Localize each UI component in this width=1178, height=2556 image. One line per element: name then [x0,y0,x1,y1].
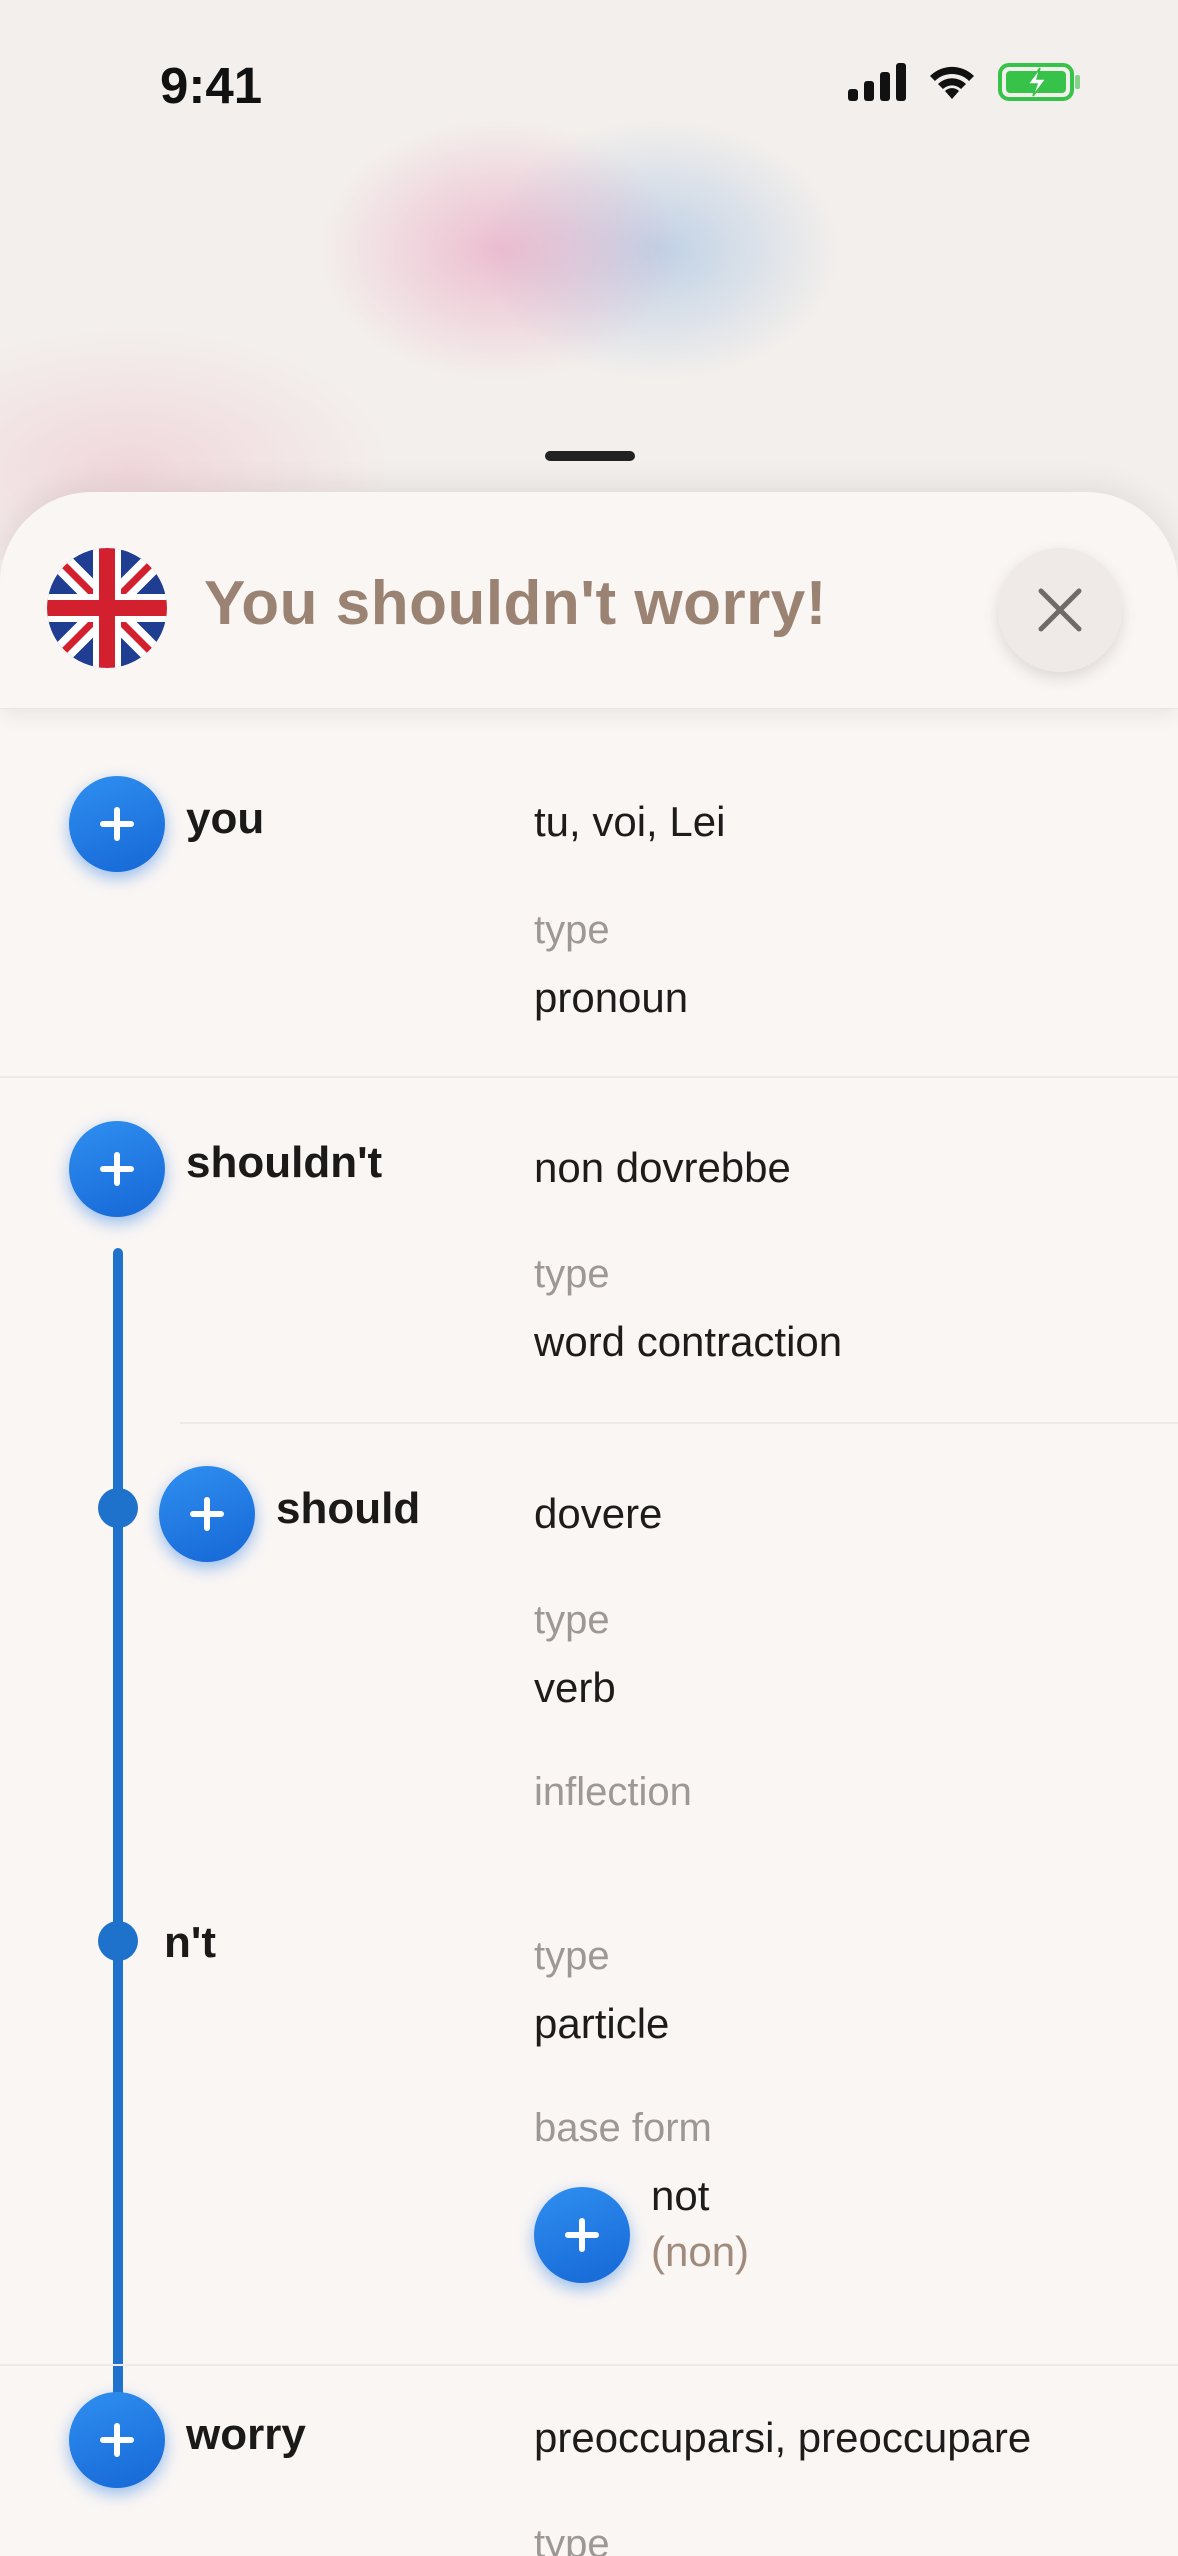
type-value-shouldnt: word contraction [534,1318,843,1365]
base-form-label-nt: base form [534,2106,712,2150]
status-icons [848,62,1082,102]
sheet-header: You shouldn't worry! [0,492,1178,709]
type-label-should: type [534,1598,610,1642]
sheet-grabber-handle[interactable] [545,451,635,461]
translation-should: dovere [534,1490,663,1537]
add-word-button-shouldnt[interactable] [69,1121,165,1217]
translation-shouldnt: non dovrebbe [534,1144,791,1191]
type-label-worry: type [534,2522,610,2556]
inflection-label-should: inflection [534,1770,692,1814]
cellular-signal-icon [848,63,906,101]
type-value-you: pronoun [534,974,689,1021]
status-bar: 9:41 [0,0,1178,150]
word-breakdown-list: you tu, voi, Lei type pronoun shouldn't … [0,492,1178,2556]
row-divider [0,2364,1178,2366]
type-value-should: verb [534,1664,616,1711]
translation-worry: preoccuparsi, preoccupare [534,2414,1032,2461]
tree-node-nt [98,1921,138,1961]
word-should: should [276,1484,421,1533]
type-label-nt: type [534,1934,610,1978]
type-label-you: type [534,908,610,952]
translation-sheet: You shouldn't worry! you tu, voi, Lei ty… [0,492,1178,2556]
base-form-word-not: not [651,2172,710,2219]
close-icon [1038,588,1082,632]
plus-icon [565,2218,599,2252]
plus-icon [100,2423,134,2457]
contraction-tree-line [113,1248,123,2458]
translation-you: tu, voi, Lei [534,798,726,845]
add-word-button-not[interactable] [534,2187,630,2283]
type-value-nt: particle [534,2000,670,2047]
sheet-title: You shouldn't worry! [204,569,827,638]
uk-flag-icon [47,548,167,668]
tree-node-should [98,1488,138,1528]
word-nt: n't [164,1918,216,1967]
add-word-button-worry[interactable] [69,2392,165,2488]
word-worry: worry [186,2410,306,2459]
plus-icon [190,1497,224,1531]
word-shouldnt: shouldn't [186,1138,383,1187]
base-form-translation-not: (non) [651,2228,750,2275]
plus-icon [100,807,134,841]
wifi-icon [930,66,974,99]
row-divider [180,1422,1178,1424]
row-divider [0,1076,1178,1078]
type-label-shouldnt: type [534,1252,610,1296]
close-button[interactable] [998,548,1122,672]
word-you: you [186,794,265,843]
plus-icon [100,1152,134,1186]
status-time: 9:41 [160,57,263,114]
battery-charging-icon [998,63,1080,101]
add-word-button-should[interactable] [159,1466,255,1562]
add-word-button-you[interactable] [69,776,165,872]
